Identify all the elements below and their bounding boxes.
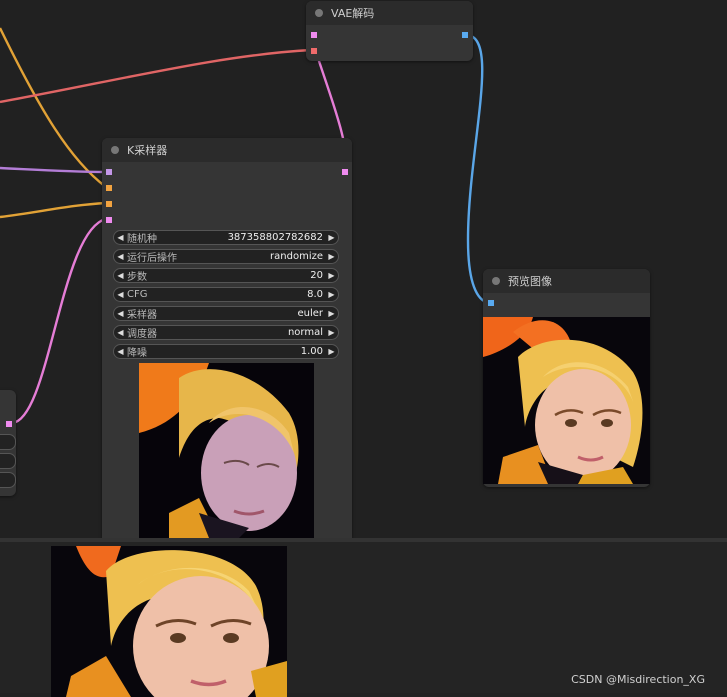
image-output-slot[interactable] bbox=[462, 32, 468, 38]
arrow-left-icon[interactable]: ◀ bbox=[114, 347, 127, 356]
arrow-right-icon[interactable]: ▶ bbox=[325, 328, 338, 337]
model-input-slot[interactable] bbox=[106, 169, 112, 175]
positive-input-slot[interactable] bbox=[106, 185, 112, 191]
vae-input-slot[interactable] bbox=[311, 48, 317, 54]
samples-input-slot[interactable] bbox=[311, 32, 317, 38]
latent-output-slot[interactable] bbox=[342, 169, 348, 175]
node-graph-canvas[interactable]: VAE解码 K采样器 ◀ 随机种 387358802782682 ▶ ◀ 运行后… bbox=[0, 0, 727, 538]
arrow-left-icon[interactable]: ◀ bbox=[114, 271, 127, 280]
images-input-slot[interactable] bbox=[488, 300, 494, 306]
preview-output-image bbox=[483, 317, 650, 484]
arrow-right-icon[interactable]: ▶ bbox=[325, 252, 338, 261]
arrow-right-icon[interactable]: ▶ bbox=[325, 233, 338, 242]
ksampler-node[interactable]: K采样器 ◀ 随机种 387358802782682 ▶ ◀ 运行后操作 ran… bbox=[102, 138, 352, 538]
preview-image-header[interactable]: 预览图像 bbox=[483, 269, 650, 293]
wire-latent bbox=[11, 217, 107, 425]
widget-denoise[interactable]: ◀ 降噪 1.00 ▶ bbox=[113, 344, 339, 359]
arrow-left-icon[interactable]: ◀ bbox=[114, 328, 127, 337]
widget-seed[interactable]: ◀ 随机种 387358802782682 ▶ bbox=[113, 230, 339, 245]
preview-image-node[interactable]: 预览图像 bbox=[483, 269, 650, 487]
arrow-left-icon[interactable]: ◀ bbox=[114, 290, 127, 299]
arrow-left-icon[interactable]: ◀ bbox=[114, 309, 127, 318]
arrow-left-icon[interactable]: ◀ bbox=[114, 252, 127, 261]
watermark-credit: CSDN @Misdirection_XG bbox=[571, 673, 705, 686]
node-status-dot-icon bbox=[111, 146, 119, 154]
preview-image-title: 预览图像 bbox=[508, 275, 552, 288]
wire-vae bbox=[0, 48, 312, 104]
widget-control-after-generate[interactable]: ◀ 运行后操作 randomize ▶ bbox=[113, 249, 339, 264]
latent-input-slot[interactable] bbox=[106, 217, 112, 223]
vae-decode-node[interactable]: VAE解码 bbox=[306, 1, 473, 61]
ksampler-preview-image bbox=[139, 363, 314, 538]
wire-conditioning-1 bbox=[0, 27, 107, 188]
ksampler-title: K采样器 bbox=[127, 144, 168, 157]
arrow-left-icon[interactable]: ◀ bbox=[114, 233, 127, 242]
vae-decode-title: VAE解码 bbox=[331, 7, 375, 20]
node-status-dot-icon bbox=[315, 9, 323, 17]
arrow-right-icon[interactable]: ▶ bbox=[325, 347, 338, 356]
arrow-right-icon[interactable]: ▶ bbox=[325, 309, 338, 318]
wire-image bbox=[466, 33, 492, 305]
vae-decode-header[interactable]: VAE解码 bbox=[306, 1, 473, 25]
offscreen-node[interactable] bbox=[0, 390, 16, 496]
latent-output-slot[interactable] bbox=[6, 421, 12, 427]
node-status-dot-icon bbox=[492, 277, 500, 285]
widget-cfg[interactable]: ◀ CFG 8.0 ▶ bbox=[113, 287, 339, 302]
widget-sampler[interactable]: ◀ 采样器 euler ▶ bbox=[113, 306, 339, 321]
wire-model bbox=[0, 166, 107, 174]
large-preview-image bbox=[51, 546, 287, 697]
arrow-right-icon[interactable]: ▶ bbox=[325, 271, 338, 280]
widget-steps[interactable]: ◀ 步数 20 ▶ bbox=[113, 268, 339, 283]
negative-input-slot[interactable] bbox=[106, 201, 112, 207]
wire-conditioning-2 bbox=[0, 201, 107, 219]
image-preview-panel: CSDN @Misdirection_XG bbox=[0, 538, 727, 697]
arrow-right-icon[interactable]: ▶ bbox=[325, 290, 338, 299]
offscreen-widget-1[interactable] bbox=[0, 434, 16, 450]
offscreen-widget-3[interactable] bbox=[0, 472, 16, 488]
offscreen-widget-2[interactable] bbox=[0, 453, 16, 469]
widget-scheduler[interactable]: ◀ 调度器 normal ▶ bbox=[113, 325, 339, 340]
ksampler-header[interactable]: K采样器 bbox=[102, 138, 352, 162]
